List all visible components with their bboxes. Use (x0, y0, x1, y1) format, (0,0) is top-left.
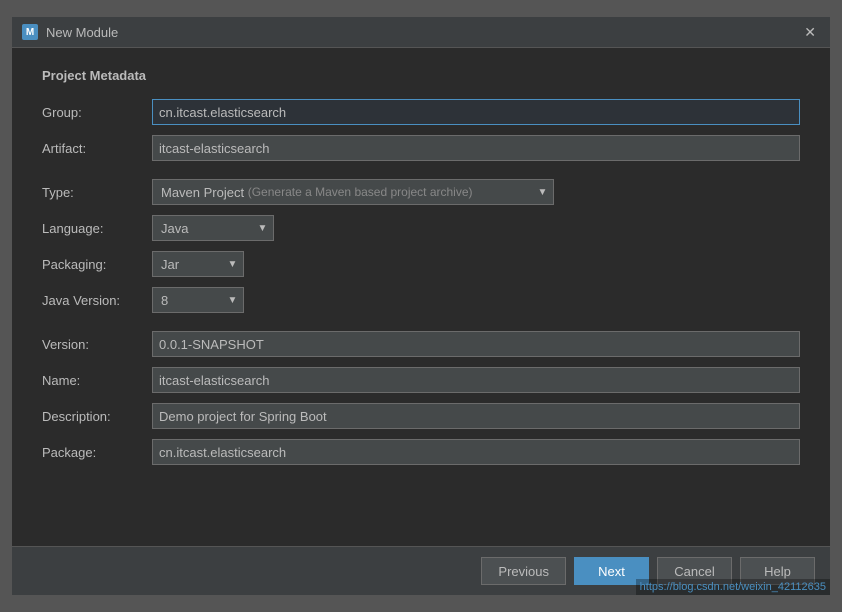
previous-button[interactable]: Previous (481, 557, 566, 585)
version-field (152, 331, 800, 357)
version-input[interactable] (152, 331, 800, 357)
group-input[interactable] (152, 99, 800, 125)
package-field (152, 439, 800, 465)
java-version-select-text[interactable]: 8 (152, 287, 222, 313)
close-button[interactable]: ✕ (800, 23, 820, 41)
packaging-row: Packaging: Jar ▼ (42, 251, 800, 277)
java-version-dropdown-arrow[interactable]: ▼ (222, 287, 244, 313)
artifact-input[interactable] (152, 135, 800, 161)
language-row: Language: Java ▼ (42, 215, 800, 241)
new-module-dialog: M New Module ✕ Project Metadata Group: A… (11, 16, 831, 596)
title-bar: M New Module ✕ (12, 17, 830, 48)
group-label: Group: (42, 105, 152, 120)
packaging-label: Packaging: (42, 257, 152, 272)
language-select-wrapper: Java ▼ (152, 215, 800, 241)
title-bar-left: M New Module (22, 24, 118, 40)
watermark: https://blog.csdn.net/weixin_42112635 (636, 579, 830, 595)
language-label: Language: (42, 221, 152, 236)
java-version-label: Java Version: (42, 293, 152, 308)
artifact-row: Artifact: (42, 135, 800, 161)
packaging-select-wrapper: Jar ▼ (152, 251, 800, 277)
type-label: Type: (42, 185, 152, 200)
type-select-wrapper: Maven Project (Generate a Maven based pr… (152, 179, 800, 205)
dialog-title: New Module (46, 25, 118, 40)
java-version-row: Java Version: 8 ▼ (42, 287, 800, 313)
description-input[interactable] (152, 403, 800, 429)
artifact-field (152, 135, 800, 161)
name-label: Name: (42, 373, 152, 388)
language-select-text[interactable]: Java (152, 215, 252, 241)
type-field: Maven Project (Generate a Maven based pr… (152, 179, 800, 205)
language-dropdown-arrow[interactable]: ▼ (252, 215, 274, 241)
package-input[interactable] (152, 439, 800, 465)
packaging-dropdown-arrow[interactable]: ▼ (222, 251, 244, 277)
description-field (152, 403, 800, 429)
version-row: Version: (42, 331, 800, 357)
artifact-label: Artifact: (42, 141, 152, 156)
java-version-field: 8 ▼ (152, 287, 800, 313)
name-input[interactable] (152, 367, 800, 393)
dialog-body: Project Metadata Group: Artifact: Type: (12, 48, 830, 546)
name-row: Name: (42, 367, 800, 393)
group-field (152, 99, 800, 125)
language-field: Java ▼ (152, 215, 800, 241)
package-row: Package: (42, 439, 800, 465)
java-version-select-wrapper: 8 ▼ (152, 287, 800, 313)
type-select-text[interactable]: Maven Project (Generate a Maven based pr… (152, 179, 532, 205)
package-label: Package: (42, 445, 152, 460)
version-label: Version: (42, 337, 152, 352)
module-icon: M (22, 24, 38, 40)
section-title: Project Metadata (42, 68, 800, 83)
type-dropdown-arrow[interactable]: ▼ (532, 179, 554, 205)
type-row: Type: Maven Project (Generate a Maven ba… (42, 179, 800, 205)
packaging-select-text[interactable]: Jar (152, 251, 222, 277)
name-field (152, 367, 800, 393)
packaging-field: Jar ▼ (152, 251, 800, 277)
description-row: Description: (42, 403, 800, 429)
description-label: Description: (42, 409, 152, 424)
group-row: Group: (42, 99, 800, 125)
